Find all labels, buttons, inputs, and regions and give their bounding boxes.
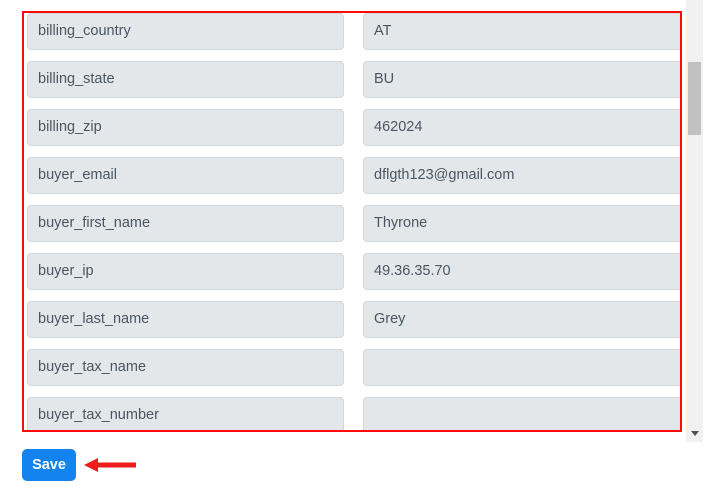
field-value-input[interactable]: Thyrone: [363, 205, 680, 242]
field-value-input[interactable]: dflgth123@gmail.com: [363, 157, 680, 194]
form-field-row: billing_country AT: [24, 13, 680, 61]
field-key-input[interactable]: buyer_tax_number: [27, 397, 344, 430]
field-key-input[interactable]: buyer_ip: [27, 253, 344, 290]
field-key-input[interactable]: buyer_first_name: [27, 205, 344, 242]
field-key-input[interactable]: buyer_tax_name: [27, 349, 344, 386]
form-field-row: billing_zip 462024: [24, 109, 680, 157]
field-value-input[interactable]: Grey: [363, 301, 680, 338]
chevron-down-icon: [690, 431, 699, 436]
field-value-input[interactable]: BU: [363, 61, 680, 98]
field-value-input[interactable]: 462024: [363, 109, 680, 146]
field-key-input[interactable]: buyer_last_name: [27, 301, 344, 338]
field-value-input[interactable]: [363, 349, 680, 386]
form-field-row: buyer_ip 49.36.35.70: [24, 253, 680, 301]
form-field-row: buyer_tax_name: [24, 349, 680, 397]
field-key-input[interactable]: billing_country: [27, 13, 344, 50]
field-value-input[interactable]: AT: [363, 13, 680, 50]
form-field-row: buyer_tax_number: [24, 397, 680, 430]
form-scroll-area[interactable]: billing_country AT billing_state BU billing_…: [24, 13, 680, 430]
field-key-input[interactable]: buyer_email: [27, 157, 344, 194]
field-value-input[interactable]: [363, 397, 680, 430]
save-button[interactable]: Save: [22, 449, 76, 481]
vertical-scrollbar[interactable]: [686, 0, 703, 442]
scrollbar-down-button[interactable]: [686, 425, 703, 442]
form-field-row: buyer_last_name Grey: [24, 301, 680, 349]
field-value-input[interactable]: 49.36.35.70: [363, 253, 680, 290]
left-arrow-icon: [84, 458, 136, 472]
form-highlight-box: billing_country AT billing_state BU billing_…: [22, 11, 682, 432]
scrollbar-thumb[interactable]: [688, 62, 701, 135]
field-key-input[interactable]: billing_zip: [27, 109, 344, 146]
field-key-input[interactable]: billing_state: [27, 61, 344, 98]
form-field-row: buyer_email dflgth123@gmail.com: [24, 157, 680, 205]
form-field-row: billing_state BU: [24, 61, 680, 109]
form-field-row: buyer_first_name Thyrone: [24, 205, 680, 253]
